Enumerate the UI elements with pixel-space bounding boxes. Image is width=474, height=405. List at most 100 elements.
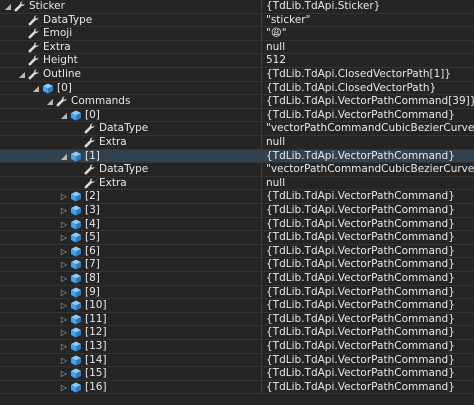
tree-row[interactable]: DataType "vectorPathCommandCubicBezierCur… xyxy=(0,163,474,177)
name-cell: ◢ [0] xyxy=(0,108,262,122)
tree-row[interactable]: ▷ [12] {TdLib.TdApi.VectorPathCommand} xyxy=(0,326,474,340)
cube-icon xyxy=(70,151,82,162)
triangle-collapsed-icon[interactable]: ▷ xyxy=(59,245,69,258)
wrench-icon xyxy=(56,96,68,107)
triangle-collapsed-icon[interactable]: ▷ xyxy=(59,204,69,217)
triangle-collapsed-icon[interactable]: ▷ xyxy=(59,326,69,339)
cube-icon xyxy=(70,355,82,366)
row-value: {TdLib.TdApi.VectorPathCommand} xyxy=(266,149,455,162)
triangle-collapsed-icon[interactable]: ▷ xyxy=(59,258,69,271)
tree-row[interactable]: ▷ [13] {TdLib.TdApi.VectorPathCommand} xyxy=(0,340,474,354)
tree-row[interactable]: ▷ [8] {TdLib.TdApi.VectorPathCommand} xyxy=(0,272,474,286)
triangle-expanded-icon[interactable]: ◢ xyxy=(59,150,69,163)
name-cell: ▷ [10] xyxy=(0,299,262,312)
row-name: [4] xyxy=(85,217,100,230)
triangle-collapsed-icon[interactable]: ▷ xyxy=(59,272,69,285)
row-value: "vectorPathCommandCubicBezierCurve" xyxy=(266,163,474,176)
cube-icon xyxy=(70,110,82,121)
tree-row[interactable]: Extra null xyxy=(0,40,474,55)
row-name: [14] xyxy=(85,353,107,366)
wrench-icon xyxy=(28,69,40,80)
tree-row[interactable]: Extra null xyxy=(0,176,474,191)
wrench-icon xyxy=(84,137,96,148)
row-value: {TdLib.TdApi.VectorPathCommand} xyxy=(266,285,455,298)
cube-icon xyxy=(42,83,54,94)
row-name: Commands xyxy=(71,95,131,108)
row-value: {TdLib.TdApi.VectorPathCommand} xyxy=(266,258,455,271)
row-name: [7] xyxy=(85,258,100,271)
tree-row[interactable]: ◢ [1] {TdLib.TdApi.VectorPathCommand} xyxy=(0,149,474,164)
name-cell: ▷ [16] xyxy=(0,380,262,394)
tree-row[interactable]: Height 512 xyxy=(0,54,474,68)
tree-row[interactable]: ▷ [11] {TdLib.TdApi.VectorPathCommand} xyxy=(0,312,474,327)
triangle-expanded-icon[interactable]: ◢ xyxy=(31,82,41,95)
name-cell: ▷ [8] xyxy=(0,272,262,285)
row-value: {TdLib.TdApi.VectorPathCommand} xyxy=(266,244,455,257)
tree-row[interactable]: ◢ Sticker {TdLib.TdApi.Sticker} xyxy=(0,0,474,14)
tree-row[interactable]: ▷ [9] {TdLib.TdApi.VectorPathCommand} xyxy=(0,285,474,300)
row-value: "sticker" xyxy=(266,13,311,26)
wrench-icon xyxy=(28,15,40,26)
tree-row[interactable]: ▷ [3] {TdLib.TdApi.VectorPathCommand} xyxy=(0,204,474,218)
row-value: {TdLib.TdApi.VectorPathCommand} xyxy=(266,204,455,216)
name-cell: ▷ [9] xyxy=(0,285,262,299)
tree-row[interactable]: ▷ [15] {TdLib.TdApi.VectorPathCommand} xyxy=(0,367,474,381)
row-name: Emoji xyxy=(43,27,73,40)
cube-icon xyxy=(70,382,82,393)
row-value: {TdLib.TdApi.VectorPathCommand} xyxy=(266,353,455,366)
row-value: {TdLib.TdApi.VectorPathCommand} xyxy=(266,340,455,352)
row-name: [0] xyxy=(57,81,72,94)
triangle-collapsed-icon[interactable]: ▷ xyxy=(59,286,69,299)
tree-row[interactable]: ◢ Commands {TdLib.TdApi.VectorPathCommand[… xyxy=(0,95,474,109)
tree-row[interactable]: ◢ [0] {TdLib.TdApi.ClosedVectorPath} xyxy=(0,81,474,96)
row-name: DataType xyxy=(43,13,93,26)
triangle-expanded-icon[interactable]: ◢ xyxy=(59,109,69,122)
triangle-collapsed-icon[interactable]: ▷ xyxy=(59,381,69,394)
tree-row[interactable]: ▷ [2] {TdLib.TdApi.VectorPathCommand} xyxy=(0,190,474,204)
tree-row[interactable]: ◢ Outline {TdLib.TdApi.ClosedVectorPath[1]… xyxy=(0,68,474,82)
name-cell: ◢ [1] xyxy=(0,149,262,163)
triangle-collapsed-icon[interactable]: ▷ xyxy=(59,313,69,326)
tree-row[interactable]: ▷ [10] {TdLib.TdApi.VectorPathCommand} xyxy=(0,299,474,313)
name-cell: DataType xyxy=(0,122,262,135)
row-value: {TdLib.TdApi.VectorPathCommand[39]} xyxy=(266,95,474,108)
tree-row[interactable]: ▷ [14] {TdLib.TdApi.VectorPathCommand} xyxy=(0,353,474,368)
triangle-expanded-icon[interactable]: ◢ xyxy=(17,68,27,81)
triangle-expanded-icon[interactable]: ◢ xyxy=(3,0,13,13)
tree-row[interactable]: ▷ [16] {TdLib.TdApi.VectorPathCommand} xyxy=(0,380,474,395)
wrench-icon xyxy=(28,28,40,39)
row-value: {TdLib.TdApi.Sticker} xyxy=(266,0,381,12)
row-name: [11] xyxy=(85,312,107,325)
tree-row[interactable]: Extra null xyxy=(0,136,474,150)
row-name: DataType xyxy=(99,163,149,176)
tree-row[interactable]: ▷ [4] {TdLib.TdApi.VectorPathCommand} xyxy=(0,217,474,232)
tree-row[interactable]: ◢ [0] {TdLib.TdApi.VectorPathCommand} xyxy=(0,108,474,123)
cube-icon xyxy=(70,368,82,379)
tree-row[interactable]: ▷ [7] {TdLib.TdApi.VectorPathCommand} xyxy=(0,258,474,272)
triangle-collapsed-icon[interactable]: ▷ xyxy=(59,231,69,244)
row-value: null xyxy=(266,40,286,53)
triangle-collapsed-icon[interactable]: ▷ xyxy=(59,340,69,353)
triangle-expanded-icon[interactable]: ◢ xyxy=(45,95,55,108)
triangle-collapsed-icon[interactable]: ▷ xyxy=(59,354,69,367)
triangle-collapsed-icon[interactable]: ▷ xyxy=(59,218,69,231)
tree-row[interactable]: DataType "sticker" xyxy=(0,13,474,28)
name-cell: DataType xyxy=(0,163,262,176)
tree-row[interactable]: DataType "vectorPathCommandCubicBezierCur… xyxy=(0,122,474,136)
tree-row[interactable]: ▷ [5] {TdLib.TdApi.VectorPathCommand} xyxy=(0,231,474,245)
wrench-icon xyxy=(14,1,26,12)
triangle-collapsed-icon[interactable]: ▷ xyxy=(59,299,69,312)
triangle-collapsed-icon[interactable]: ▷ xyxy=(59,190,69,203)
row-value: {TdLib.TdApi.VectorPathCommand} xyxy=(266,299,455,312)
triangle-collapsed-icon[interactable]: ▷ xyxy=(59,367,69,380)
cube-icon xyxy=(70,205,82,216)
row-value: {TdLib.TdApi.VectorPathCommand} xyxy=(266,326,455,339)
tree-row[interactable]: Emoji "😩" xyxy=(0,27,474,41)
row-name: [9] xyxy=(85,285,100,298)
row-name: [10] xyxy=(85,299,107,312)
tree-row[interactable]: ▷ [6] {TdLib.TdApi.VectorPathCommand} xyxy=(0,244,474,259)
row-name: [0] xyxy=(85,108,100,121)
wrench-icon xyxy=(84,178,96,189)
cube-icon xyxy=(70,327,82,338)
row-name: [2] xyxy=(85,190,100,203)
